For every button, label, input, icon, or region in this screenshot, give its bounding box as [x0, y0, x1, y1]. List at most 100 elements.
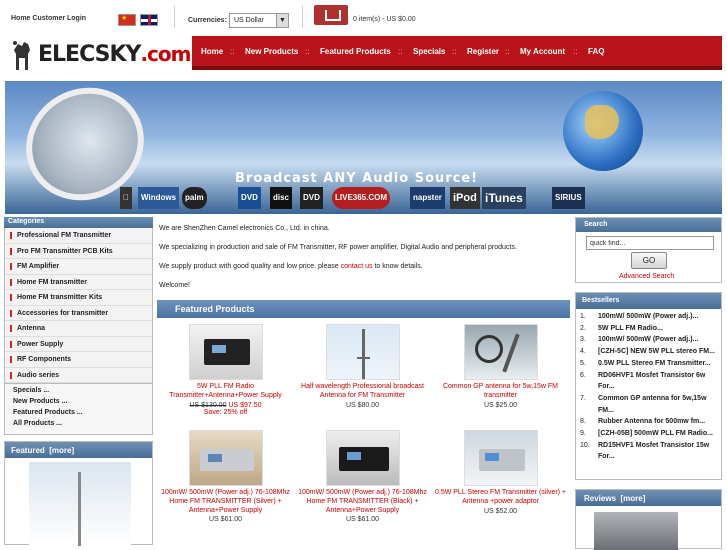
bestseller-item[interactable]: 10. RD15HVF1 Mosfet Transistor 15w For... — [576, 440, 721, 463]
featured-more-link[interactable]: [more] — [49, 446, 74, 455]
new-products-link[interactable]: New Products ... — [13, 398, 144, 409]
category-item[interactable]: Antenna — [5, 321, 152, 337]
banner-headline: Broadcast ANY Audio Source! — [235, 171, 479, 186]
product-card[interactable]: 100mW/ 500mW (Power adj.) 76-108Mhz Home… — [157, 430, 294, 523]
bestseller-rank: 3. — [580, 336, 586, 344]
bestseller-rank: 2. — [580, 324, 586, 332]
ipod-logo: iPod — [450, 187, 480, 209]
nav-specials[interactable]: Specials — [413, 47, 445, 56]
right-sidebar: Search GO Advanced Search Bestsellers 1.… — [575, 217, 722, 550]
featured-products-link[interactable]: Featured Products ... — [13, 409, 144, 420]
category-item[interactable]: Pro FM Transmitter PCB Kits — [5, 244, 152, 259]
category-item[interactable]: Professional FM Transmitter — [5, 228, 152, 244]
cart-status[interactable]: 0 item(s) - US $0.00 — [353, 16, 416, 23]
bestseller-item[interactable]: 3. 100mW/ 500mW (Power adj.)... — [576, 334, 721, 346]
product-name[interactable]: Half wavelength Professional broadcast A… — [294, 383, 431, 401]
product-saving: Save: 25% off — [203, 408, 248, 416]
nav-featured-products[interactable]: Featured Products — [320, 47, 391, 56]
bestseller-item[interactable]: 2. 5W PLL FM Radio... — [576, 323, 721, 335]
hero-banner[interactable]: Broadcast ANY Audio Source!  Windows pa… — [5, 81, 722, 214]
category-item[interactable]: Audio series — [5, 368, 152, 383]
site-logo[interactable]: ELECSKY.com — [8, 36, 192, 72]
bestseller-name[interactable]: 0.5W PLL Stereo FM Transmitter... — [598, 358, 721, 370]
product-name[interactable]: 100mW/ 500mW (Power adj.) 76-108Mhz Home… — [157, 489, 294, 515]
product-name[interactable]: Common GP antenna for 5w,15w FM transmit… — [432, 383, 569, 401]
bestseller-item[interactable]: 5. 0.5W PLL Stereo FM Transmitter... — [576, 358, 721, 370]
home-login-link[interactable]: Home Customer Login — [11, 15, 86, 22]
product-card[interactable]: Half wavelength Professional broadcast A… — [294, 324, 431, 409]
nav-separator: :: — [452, 47, 457, 56]
product-image[interactable] — [463, 430, 538, 486]
bestseller-name[interactable]: [CZH-05B] 500mW PLL FM Radio... — [598, 428, 721, 440]
chevron-down-icon[interactable]: ▼ — [276, 14, 288, 27]
advanced-search-link[interactable]: Advanced Search — [619, 273, 674, 280]
nav-home[interactable]: Home — [201, 47, 223, 56]
reviews-more-link[interactable]: [more] — [620, 494, 645, 503]
product-image[interactable] — [325, 324, 400, 380]
contact-us-link[interactable]: contact us — [341, 263, 373, 270]
category-item[interactable]: Home FM transmitter Kits — [5, 290, 152, 306]
category-quick-links: Specials ... New Products ... Featured P… — [4, 384, 153, 435]
bestseller-item[interactable]: 6. RD06HVF1 Mosfet Transistor 6w For... — [576, 370, 721, 393]
category-item[interactable]: RF Components — [5, 352, 152, 368]
category-item[interactable]: FM Amplifier — [5, 259, 152, 275]
nav-faq[interactable]: FAQ — [588, 47, 604, 56]
specials-link[interactable]: Specials ... — [13, 387, 144, 398]
bestseller-rank: 8. — [580, 418, 586, 426]
product-image[interactable] — [188, 430, 263, 486]
bestseller-rank: 1. — [580, 313, 586, 320]
category-item[interactable]: Power Supply — [5, 337, 152, 352]
bestseller-name[interactable]: 100mW/ 500mW (Power adj.)... — [598, 334, 721, 346]
shopping-cart-icon[interactable] — [314, 5, 348, 25]
all-products-link[interactable]: All Products ... — [13, 420, 144, 431]
product-name[interactable]: 100mW/ 500mW (Power adj.) 76-108Mhz Home… — [294, 489, 431, 515]
bestseller-item[interactable]: 7. Common GP antenna for 5w,15w FM... — [576, 393, 721, 416]
product-image[interactable] — [463, 324, 538, 380]
nav-new-products[interactable]: New Products — [245, 47, 298, 56]
product-price: US $61.00 — [208, 516, 243, 524]
featured-sidebox-title[interactable]: Featured [more] — [5, 442, 152, 458]
nav-separator: :: — [230, 47, 235, 56]
category-item[interactable]: Accessories for transmitter — [5, 306, 152, 321]
bestseller-name[interactable]: 100mW/ 500mW (Power adj.)... — [598, 311, 721, 323]
product-card[interactable]: Common GP antenna for 5w,15w FM transmit… — [432, 324, 569, 409]
product-card[interactable]: 100mW/ 500mW (Power adj.) 76-108Mhz Home… — [294, 430, 431, 523]
product-image[interactable] — [188, 324, 263, 380]
nav-register[interactable]: Register — [467, 47, 499, 56]
bestseller-name[interactable]: For... — [598, 381, 721, 393]
bestseller-name[interactable]: RD06HVF1 Mosfet Transistor 6w — [598, 370, 721, 382]
bestseller-name[interactable]: [CZH-5C] NEW 5W PLL stereo FM... — [598, 346, 721, 358]
reviews-title[interactable]: Reviews [more] — [576, 490, 721, 506]
itunes-logo: iTunes — [482, 187, 526, 209]
bestseller-name[interactable]: RD15HVF1 Mosfet Transistor 15w — [598, 440, 721, 452]
review-product-image[interactable] — [594, 512, 678, 550]
search-input[interactable] — [586, 236, 714, 250]
nav-my-account[interactable]: My Account — [520, 47, 565, 56]
apple-logo-icon:  — [120, 187, 132, 209]
nav-separator: :: — [305, 47, 310, 56]
product-price: US $25.00 — [483, 401, 518, 409]
bestseller-name[interactable]: Rubber Antenna for 500mw fm... — [598, 416, 721, 428]
bestseller-item[interactable]: 1. 100mW/ 500mW (Power adj.)... — [576, 311, 721, 323]
bestseller-rank: 5. — [580, 359, 586, 367]
product-name[interactable]: 0.5W PLL Stereo FM Transmitter (silver) … — [432, 489, 569, 507]
bestseller-name[interactable]: 5W PLL FM Radio... — [598, 323, 721, 335]
featured-product-image[interactable] — [29, 462, 131, 546]
product-name[interactable]: 5W PLL FM Radio Transmitter+Antenna+Powe… — [157, 383, 294, 401]
search-box: Search GO Advanced Search — [575, 217, 722, 283]
bestseller-name[interactable]: Common GP antenna for 5w,15w — [598, 393, 721, 405]
product-price: US $61.00 — [345, 516, 380, 524]
bestseller-name[interactable]: For... — [598, 451, 721, 463]
windows-logo: Windows — [138, 187, 180, 209]
product-card[interactable]: 5W PLL FM Radio Transmitter+Antenna+Powe… — [157, 324, 294, 416]
product-card[interactable]: 0.5W PLL Stereo FM Transmitter (silver) … — [432, 430, 569, 515]
chinese-flag-icon[interactable] — [118, 14, 136, 26]
product-image[interactable] — [325, 430, 400, 486]
bestseller-item[interactable]: 8. Rubber Antenna for 500mw fm... — [576, 416, 721, 428]
bestseller-item[interactable]: 9. [CZH-05B] 500mW PLL FM Radio... — [576, 428, 721, 440]
search-go-button[interactable]: GO — [631, 252, 667, 269]
category-item[interactable]: Home FM transmitter — [5, 275, 152, 290]
bestseller-name[interactable]: FM... — [598, 405, 721, 417]
english-flag-icon[interactable] — [140, 14, 158, 26]
bestseller-item[interactable]: 4. [CZH-5C] NEW 5W PLL stereo FM... — [576, 346, 721, 358]
